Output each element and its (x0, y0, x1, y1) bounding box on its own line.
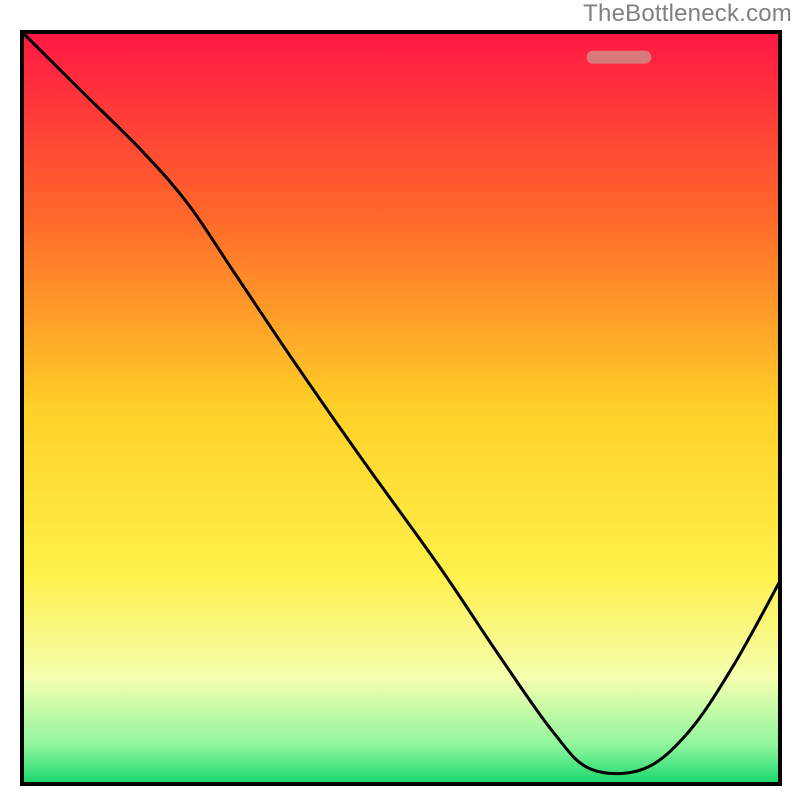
optimal-marker (587, 51, 651, 64)
watermark-text: TheBottleneck.com (583, 0, 792, 28)
bottleneck-chart (0, 0, 800, 800)
